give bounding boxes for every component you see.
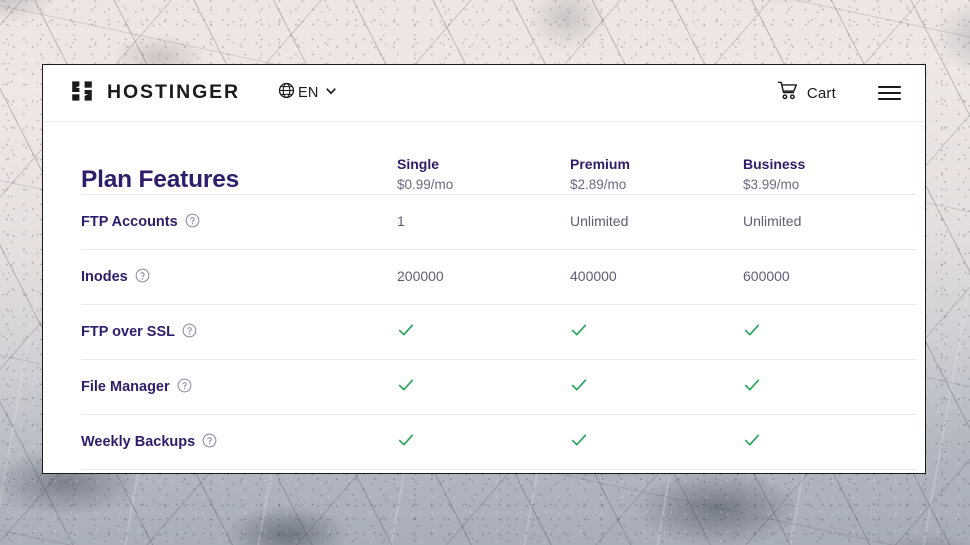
plan-price: $0.99/mo xyxy=(397,176,454,192)
plan-value-cell: Unlimited xyxy=(570,194,743,251)
feature-label: Weekly Backups xyxy=(81,433,397,452)
plan-value-cell xyxy=(397,359,570,416)
plan-value-cell xyxy=(743,359,916,416)
plan-value-cell xyxy=(397,304,570,361)
header-actions: Cart xyxy=(777,80,901,106)
feature-name-text: File Manager xyxy=(81,378,170,395)
green-checkmark-icon xyxy=(397,321,570,344)
feature-label: FTP over SSL xyxy=(81,323,397,342)
page-title-cell: Plan Features xyxy=(81,156,397,196)
hamburger-line xyxy=(878,86,901,88)
globe-icon xyxy=(278,82,295,104)
table-body: FTP Accounts 1 Unlimited Unlimited Inode… xyxy=(81,194,916,471)
green-checkmark-icon xyxy=(570,376,743,399)
brand-name: HOSTINGER xyxy=(107,81,241,104)
plan-value-text: 200000 xyxy=(397,268,444,285)
feature-name-cell: File Manager xyxy=(81,359,397,416)
table-row: FTP over SSL xyxy=(81,304,916,361)
green-checkmark-icon xyxy=(743,431,916,454)
plan-value-text: Unlimited xyxy=(570,213,629,230)
feature-name-text: Inodes xyxy=(81,268,128,285)
browser-window-card: HOSTINGER EN Cart Plan Features Single $… xyxy=(42,64,926,474)
hamburger-menu-icon[interactable] xyxy=(878,86,901,100)
question-mark-circle-icon[interactable] xyxy=(135,268,150,287)
language-label: EN xyxy=(298,85,319,101)
plan-column-header-premium: Premium $2.89/mo xyxy=(570,156,743,196)
plan-column-header-business: Business $3.99/mo xyxy=(743,156,916,196)
page-title: Plan Features xyxy=(81,166,240,193)
plan-price: $2.89/mo xyxy=(570,176,627,192)
chevron-down-icon xyxy=(325,84,337,102)
cart-label: Cart xyxy=(806,84,836,102)
feature-label: FTP Accounts xyxy=(81,213,397,232)
plan-value-cell xyxy=(570,414,743,471)
green-checkmark-icon xyxy=(743,376,916,399)
feature-label: Inodes xyxy=(81,268,397,287)
hamburger-line xyxy=(878,98,901,100)
plan-features-section: Plan Features Single $0.99/mo Premium $2… xyxy=(43,122,925,473)
table-row: File Manager xyxy=(81,359,916,416)
cart-button[interactable]: Cart xyxy=(777,80,836,106)
plan-price: $3.99/mo xyxy=(743,176,800,192)
feature-name-text: Weekly Backups xyxy=(81,433,196,450)
hostinger-h-logo-icon xyxy=(69,78,95,109)
plan-value-text: 600000 xyxy=(743,268,790,285)
question-mark-circle-icon[interactable] xyxy=(202,433,217,452)
table-row: Weekly Backups xyxy=(81,414,916,471)
question-mark-circle-icon[interactable] xyxy=(177,378,192,397)
plan-value-cell xyxy=(743,414,916,471)
table-header-row: Plan Features Single $0.99/mo Premium $2… xyxy=(81,156,916,196)
plan-value-cell xyxy=(397,414,570,471)
plan-value-cell xyxy=(570,359,743,416)
table-row: Inodes 200000 400000 600000 xyxy=(81,249,916,306)
green-checkmark-icon xyxy=(397,376,570,399)
plan-value-cell: Unlimited xyxy=(743,194,916,251)
plan-value-cell xyxy=(570,304,743,361)
plan-name: Single xyxy=(397,156,440,172)
plan-name: Premium xyxy=(570,156,630,172)
plan-value-text: 1 xyxy=(397,213,405,230)
brand-logo-link[interactable]: HOSTINGER xyxy=(69,78,240,109)
feature-name-cell: Inodes xyxy=(81,249,397,306)
question-mark-circle-icon[interactable] xyxy=(185,213,200,232)
green-checkmark-icon xyxy=(743,321,916,344)
green-checkmark-icon xyxy=(570,321,743,344)
plan-value-text: 400000 xyxy=(570,268,617,285)
plan-comparison-table: Plan Features Single $0.99/mo Premium $2… xyxy=(81,156,916,471)
site-header: HOSTINGER EN Cart xyxy=(43,65,925,122)
green-checkmark-icon xyxy=(570,431,743,454)
plan-name: Business xyxy=(743,156,806,172)
hamburger-line xyxy=(878,92,901,94)
feature-name-text: FTP over SSL xyxy=(81,323,176,340)
plan-value-cell: 400000 xyxy=(570,249,743,306)
feature-name-cell: FTP Accounts xyxy=(81,194,397,251)
plan-value-cell: 600000 xyxy=(743,249,916,306)
feature-name-text: FTP Accounts xyxy=(81,213,178,230)
feature-name-cell: Weekly Backups xyxy=(81,414,397,471)
question-mark-circle-icon[interactable] xyxy=(182,323,197,342)
plan-column-header-single: Single $0.99/mo xyxy=(397,156,570,196)
plan-value-cell: 1 xyxy=(397,194,570,251)
plan-value-cell xyxy=(743,304,916,361)
language-selector[interactable]: EN xyxy=(278,82,337,104)
table-header: Plan Features Single $0.99/mo Premium $2… xyxy=(81,156,916,196)
plan-value-text: Unlimited xyxy=(743,213,802,230)
feature-label: File Manager xyxy=(81,378,397,397)
table-row: FTP Accounts 1 Unlimited Unlimited xyxy=(81,194,916,251)
green-checkmark-icon xyxy=(397,431,570,454)
plan-value-cell: 200000 xyxy=(397,249,570,306)
feature-name-cell: FTP over SSL xyxy=(81,304,397,361)
shopping-cart-icon xyxy=(777,80,798,106)
